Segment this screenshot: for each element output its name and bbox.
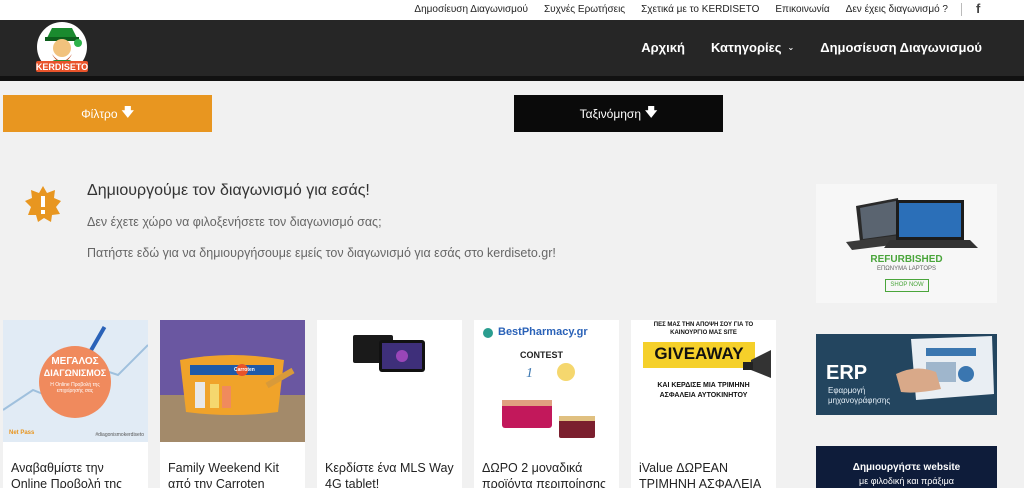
card-thumbnail: ΜΕΓΑΛΟΣ ΔΙΑΓΩΝΙΣΜΟΣ Η Online Προβολή της… xyxy=(3,320,148,442)
card-image xyxy=(631,320,776,442)
nav-home-label: Αρχική xyxy=(641,40,685,55)
card1-badge-small: Η Online Προβολή της επιχείρησής σας xyxy=(50,382,100,394)
notice-line-1: Δεν έχετε χώρο να φιλοξενήσετε τον διαγω… xyxy=(87,215,382,229)
ad1-headline: REFURBISHED xyxy=(870,254,943,265)
chevron-down-icon: ⌄ xyxy=(787,43,795,52)
top-link-about[interactable]: Σχετικά με το KERDISETO xyxy=(641,4,759,15)
nav-home[interactable]: Αρχική xyxy=(641,40,685,55)
logo-text: KERDISETO xyxy=(36,62,88,72)
ad1-cta: SHOP NOW xyxy=(885,279,929,292)
ad1-sub: ΕΠΩΝΥΜΑ LAPTOPS xyxy=(876,266,937,272)
card-image xyxy=(160,320,305,442)
filter-label: Φίλτρο xyxy=(81,106,118,121)
card4-contest: CONTEST xyxy=(520,350,564,360)
alert-burst-icon xyxy=(25,186,61,222)
top-divider xyxy=(961,3,962,16)
ad-erp[interactable]: ERP Εφαρμογή μηχανογράφησης xyxy=(816,334,997,415)
top-utility-bar: Δημοσίευση Διαγωνισμού Συχνές Ερωτήσεις … xyxy=(0,0,1024,20)
ad2-headline: ERP xyxy=(826,362,868,384)
notice-line-2[interactable]: Πατήστε εδώ για να δημιουργήσουμε εμείς … xyxy=(87,246,556,260)
top-links: Δημοσίευση Διαγωνισμού Συχνές Ερωτήσεις … xyxy=(414,4,948,15)
sort-label: Ταξινόμηση xyxy=(579,106,641,121)
nav-categories-label: Κατηγορίες xyxy=(710,40,782,55)
svg-text:1: 1 xyxy=(526,366,533,381)
facebook-icon[interactable]: f xyxy=(976,1,980,16)
card2-label: Carroten xyxy=(234,367,255,373)
card-thumbnail xyxy=(317,320,462,442)
contest-card[interactable]: ΜΕΓΑΛΟΣ ΔΙΑΓΩΝΙΣΜΟΣ Η Online Προβολή της… xyxy=(3,320,148,488)
card5-giveaway: GIVEAWAY xyxy=(654,344,744,363)
contest-card[interactable]: Κερδίστε ένα MLS Way 4G tablet! xyxy=(317,320,462,488)
card1-corner: Net Pass xyxy=(9,430,35,436)
ad-refurbished-laptops[interactable]: REFURBISHED ΕΠΩΝΥΜΑ LAPTOPS SHOP NOW xyxy=(816,184,997,303)
top-link-no-contest[interactable]: Δεν έχεις διαγωνισμό ? xyxy=(846,4,948,15)
arrow-down-icon: 🡇 xyxy=(645,105,658,119)
card-thumbnail: 1 BestPharmacy.gr CONTEST xyxy=(474,320,619,442)
main-nav: Αρχική Κατηγορίες ⌄ Δημοσίευση Διαγωνισμο… xyxy=(641,40,982,55)
sort-button[interactable]: Ταξινόμηση 🡇 xyxy=(514,95,723,132)
card5-top1: ΠΕΣ ΜΑΣ ΤΗΝ ΑΠΟΨΗ ΣΟΥ ΓΙΑ ΤΟ xyxy=(653,322,754,328)
notice-title[interactable]: Δημιουργούμε τον διαγωνισμό για εσάς! xyxy=(87,182,370,200)
card1-badge-l1: ΜΕΓΑΛΟΣ xyxy=(51,356,99,367)
card4-brand: BestPharmacy.gr xyxy=(498,326,588,338)
top-link-contact[interactable]: Επικοινωνία xyxy=(775,4,829,15)
ad2-sub2: μηχανογράφησης xyxy=(828,396,891,405)
card-image xyxy=(3,320,148,442)
contest-card[interactable]: 1 BestPharmacy.gr CONTEST ΔΩΡΟ 2 μοναδικ… xyxy=(474,320,619,488)
contest-card[interactable]: Carroten Family Weekend Kit από την Carr… xyxy=(160,320,305,488)
card5-bottom2: ΑΣΦΑΛΕΙΑ ΑΥΤΟΚΙΝΗΤΟΥ xyxy=(659,392,748,399)
top-link-faq[interactable]: Συχνές Ερωτήσεις xyxy=(544,4,625,15)
nav-publish-contest[interactable]: Δημοσίευση Διαγωνισμού xyxy=(820,40,982,55)
card1-badge-l2: ΔΙΑΓΩΝΙΣΜΟΣ xyxy=(43,368,107,378)
site-logo[interactable]: KERDISETO xyxy=(30,20,94,76)
card1-hashtag: #diagonismokerdiseto xyxy=(95,432,144,438)
card-title[interactable]: Αναβαθμίστε την Online Προβολή της xyxy=(11,460,143,488)
arrow-down-icon: 🡇 xyxy=(121,105,134,119)
contest-card[interactable]: ΠΕΣ ΜΑΣ ΤΗΝ ΑΠΟΨΗ ΣΟΥ ΓΙΑ ΤΟ ΚΑΙΝΟΥΡΓΙΟ … xyxy=(631,320,776,488)
card-thumbnail: ΠΕΣ ΜΑΣ ΤΗΝ ΑΠΟΨΗ ΣΟΥ ΓΙΑ ΤΟ ΚΑΙΝΟΥΡΓΙΟ … xyxy=(631,320,776,442)
card5-bottom1: ΚΑΙ ΚΕΡΔΙΣΕ ΜΙΑ ΤΡΙΜΗΝΗ xyxy=(657,382,750,389)
nav-categories[interactable]: Κατηγορίες ⌄ xyxy=(711,40,794,55)
ad-website[interactable]: Δημιουργήστε website με φιλοδική και πρά… xyxy=(816,446,997,488)
card-image xyxy=(317,320,462,442)
card-title[interactable]: Family Weekend Kit από την Carroten xyxy=(168,460,300,488)
card-title[interactable]: ΔΩΡΟ 2 μοναδικά προϊόντα περιποίησης xyxy=(482,460,614,488)
nav-publish-label: Δημοσίευση Διαγωνισμού xyxy=(820,40,982,55)
ad3-line2: με φιλοδική και πράξιμα xyxy=(859,476,954,486)
card-title[interactable]: Κερδίστε ένα MLS Way 4G tablet! xyxy=(325,460,457,488)
card5-top2: ΚΑΙΝΟΥΡΓΙΟ ΜΑΣ SITE xyxy=(670,330,737,336)
header-bottom-strip xyxy=(0,76,1024,81)
ad2-sub1: Εφαρμογή xyxy=(828,386,866,395)
filter-button[interactable]: Φίλτρο 🡇 xyxy=(3,95,212,132)
card-title[interactable]: iValue ΔΩΡΕΑΝ ΤΡΙΜΗΝΗ ΑΣΦΑΛΕΙΑ xyxy=(639,460,771,488)
card-image: 1 xyxy=(474,320,619,442)
top-link-publish-contest[interactable]: Δημοσίευση Διαγωνισμού xyxy=(414,4,528,15)
card-thumbnail: Carroten xyxy=(160,320,305,442)
ad3-line1: Δημιουργήστε website xyxy=(852,462,961,473)
